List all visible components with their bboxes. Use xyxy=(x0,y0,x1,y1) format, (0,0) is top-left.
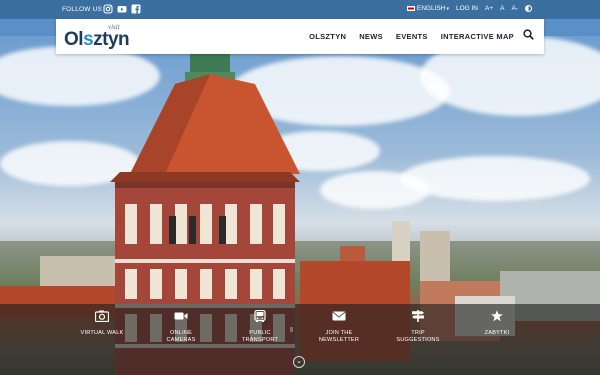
tile-virtual-walk[interactable]: VIRTUAL WALK xyxy=(60,310,144,337)
quick-links-bar: VIRTUAL WALK ONLINE CAMERAS PUBLIC TRANS… xyxy=(0,304,600,375)
nav-news[interactable]: NEWS xyxy=(359,32,383,41)
chevron-down-icon: ▾ xyxy=(446,6,449,12)
login-link[interactable]: LOG IN xyxy=(456,5,478,12)
font-normal-button[interactable]: A xyxy=(500,5,504,12)
nav-events[interactable]: EVENTS xyxy=(396,32,428,41)
main-navbar: visit Olsztyn OLSZTYN NEWS EVENTS INTERA… xyxy=(56,19,544,54)
font-increase-button[interactable]: A+ xyxy=(485,5,493,12)
contrast-icon[interactable] xyxy=(525,5,532,12)
tile-public-transport[interactable]: PUBLIC TRANSPORT xyxy=(218,310,302,344)
top-bar: FOLLOW US ENGLISH▾ LOG IN A+ A A- xyxy=(0,0,600,19)
font-decrease-button[interactable]: A- xyxy=(512,5,519,12)
bus-icon xyxy=(254,310,266,322)
nav-olsztyn[interactable]: OLSZTYN xyxy=(309,32,346,41)
follow-us-label: FOLLOW US xyxy=(62,6,103,13)
search-icon[interactable] xyxy=(523,29,534,40)
logo[interactable]: visit Olsztyn xyxy=(64,23,130,51)
video-camera-icon xyxy=(174,312,188,320)
star-icon xyxy=(491,310,503,322)
scroll-down-icon[interactable]: ⌄ xyxy=(293,356,305,368)
tile-newsletter[interactable]: JOIN THE NEWSLETTER xyxy=(297,310,381,344)
main-menu: OLSZTYN NEWS EVENTS INTERACTIVE MAP xyxy=(309,32,514,41)
tile-zabytki[interactable]: ZABYTKI xyxy=(455,310,539,337)
envelope-icon xyxy=(332,311,346,321)
uk-flag-icon xyxy=(406,5,415,11)
nav-interactive-map[interactable]: INTERACTIVE MAP xyxy=(441,32,514,41)
youtube-icon[interactable] xyxy=(117,4,127,14)
signpost-icon xyxy=(412,310,424,322)
camera-icon xyxy=(95,310,109,322)
tile-online-cameras[interactable]: ONLINE CAMERAS xyxy=(139,310,223,344)
language-selector[interactable]: ENGLISH▾ xyxy=(406,5,449,12)
instagram-icon[interactable] xyxy=(103,4,113,14)
tile-trip-suggestions[interactable]: TRIP SUGGESTIONS xyxy=(376,310,460,344)
facebook-icon[interactable] xyxy=(131,4,141,14)
